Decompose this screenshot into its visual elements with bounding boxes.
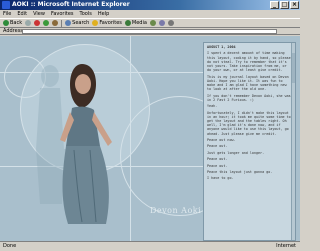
menu-edit[interactable]: Edit bbox=[17, 10, 27, 18]
browser-window: AOKI :: Microsoft Internet Explorer _ □ … bbox=[0, 0, 300, 250]
refresh-button[interactable] bbox=[43, 20, 50, 26]
entry-paragraph: Peace out. bbox=[207, 157, 228, 162]
entry-paragraph: Unfortunately, I didn't make this layout… bbox=[207, 110, 291, 136]
search-icon bbox=[65, 20, 72, 26]
title-bar: AOKI :: Microsoft Internet Explorer _ □ … bbox=[0, 0, 300, 10]
entry-paragraph: Peace out. bbox=[207, 144, 228, 149]
status-text: Done bbox=[3, 243, 17, 249]
favorites-button[interactable]: Favorites bbox=[92, 20, 122, 26]
media-button[interactable]: Media bbox=[124, 20, 147, 26]
refresh-icon bbox=[43, 20, 50, 26]
entry-paragraph: Just gets longer and longer. bbox=[207, 150, 265, 155]
site-brand-text: Devon Aoki bbox=[150, 206, 202, 215]
entry-paragraph: Peace out now. bbox=[207, 137, 236, 142]
history-icon bbox=[149, 20, 156, 26]
toolbar-divider bbox=[61, 19, 63, 27]
print-button[interactable] bbox=[167, 20, 174, 26]
entry-date: AUGUST 1, 2004 bbox=[207, 45, 236, 49]
address-label: Address bbox=[3, 28, 23, 34]
print-icon bbox=[167, 20, 174, 26]
menu-file[interactable]: File bbox=[3, 10, 11, 18]
star-icon bbox=[92, 20, 99, 26]
home-button[interactable] bbox=[52, 20, 59, 26]
panel-scrollbar[interactable] bbox=[291, 43, 295, 240]
menu-view[interactable]: View bbox=[33, 10, 45, 18]
ie-icon bbox=[2, 1, 10, 9]
journal-panel: AUGUST 1, 2004 I spent a decent amount o… bbox=[203, 42, 296, 241]
entry-paragraph: If you don't remember Devon Aoki, she wa… bbox=[207, 93, 291, 102]
entry-paragraph: Yeah. bbox=[207, 104, 218, 109]
status-bar: Done Internet bbox=[0, 241, 300, 250]
mail-icon bbox=[158, 20, 165, 26]
mail-button[interactable] bbox=[158, 20, 165, 26]
forward-arrow-icon bbox=[25, 20, 32, 26]
menu-help[interactable]: Help bbox=[98, 10, 109, 18]
entry-paragraph: This is my journal layout based on Devon… bbox=[207, 74, 289, 92]
entry-paragraph: I have to go. bbox=[207, 176, 234, 181]
menu-favorites[interactable]: Favorites bbox=[51, 10, 74, 18]
media-icon bbox=[124, 20, 131, 26]
media-label: Media bbox=[131, 20, 147, 26]
address-bar: Address bbox=[0, 28, 300, 35]
favorites-label: Favorites bbox=[99, 20, 122, 26]
address-input[interactable] bbox=[22, 29, 277, 34]
search-label: Search bbox=[72, 20, 90, 26]
search-button[interactable]: Search bbox=[65, 20, 89, 26]
maximize-button[interactable]: □ bbox=[280, 1, 289, 9]
stop-icon bbox=[34, 20, 41, 26]
entry-paragraph: Peace this layout just gonna go. bbox=[207, 169, 273, 174]
forward-button[interactable] bbox=[25, 20, 32, 26]
back-label: Back bbox=[10, 20, 23, 26]
entry-paragraph: Peace out. bbox=[207, 163, 228, 168]
home-icon bbox=[52, 20, 59, 26]
menu-tools[interactable]: Tools bbox=[80, 10, 92, 18]
minimize-button[interactable]: _ bbox=[270, 1, 279, 9]
model-photo bbox=[36, 64, 112, 224]
panel-scroll-thumb[interactable] bbox=[292, 53, 295, 83]
stop-button[interactable] bbox=[34, 20, 41, 26]
history-button[interactable] bbox=[149, 20, 156, 26]
toolbar: Back Search Favorites Media bbox=[0, 18, 300, 28]
entry-paragraph: I spent a decent amount of time making t… bbox=[207, 51, 291, 73]
back-button[interactable]: Back bbox=[3, 20, 22, 26]
menu-bar: File Edit View Favorites Tools Help bbox=[0, 10, 300, 18]
window-title: AOKI :: Microsoft Internet Explorer bbox=[12, 1, 130, 8]
back-arrow-icon bbox=[3, 20, 9, 26]
close-button[interactable]: × bbox=[290, 1, 299, 9]
page-viewport: Devon Aoki AUGUST 1, 2004 I spent a dece… bbox=[0, 36, 300, 241]
